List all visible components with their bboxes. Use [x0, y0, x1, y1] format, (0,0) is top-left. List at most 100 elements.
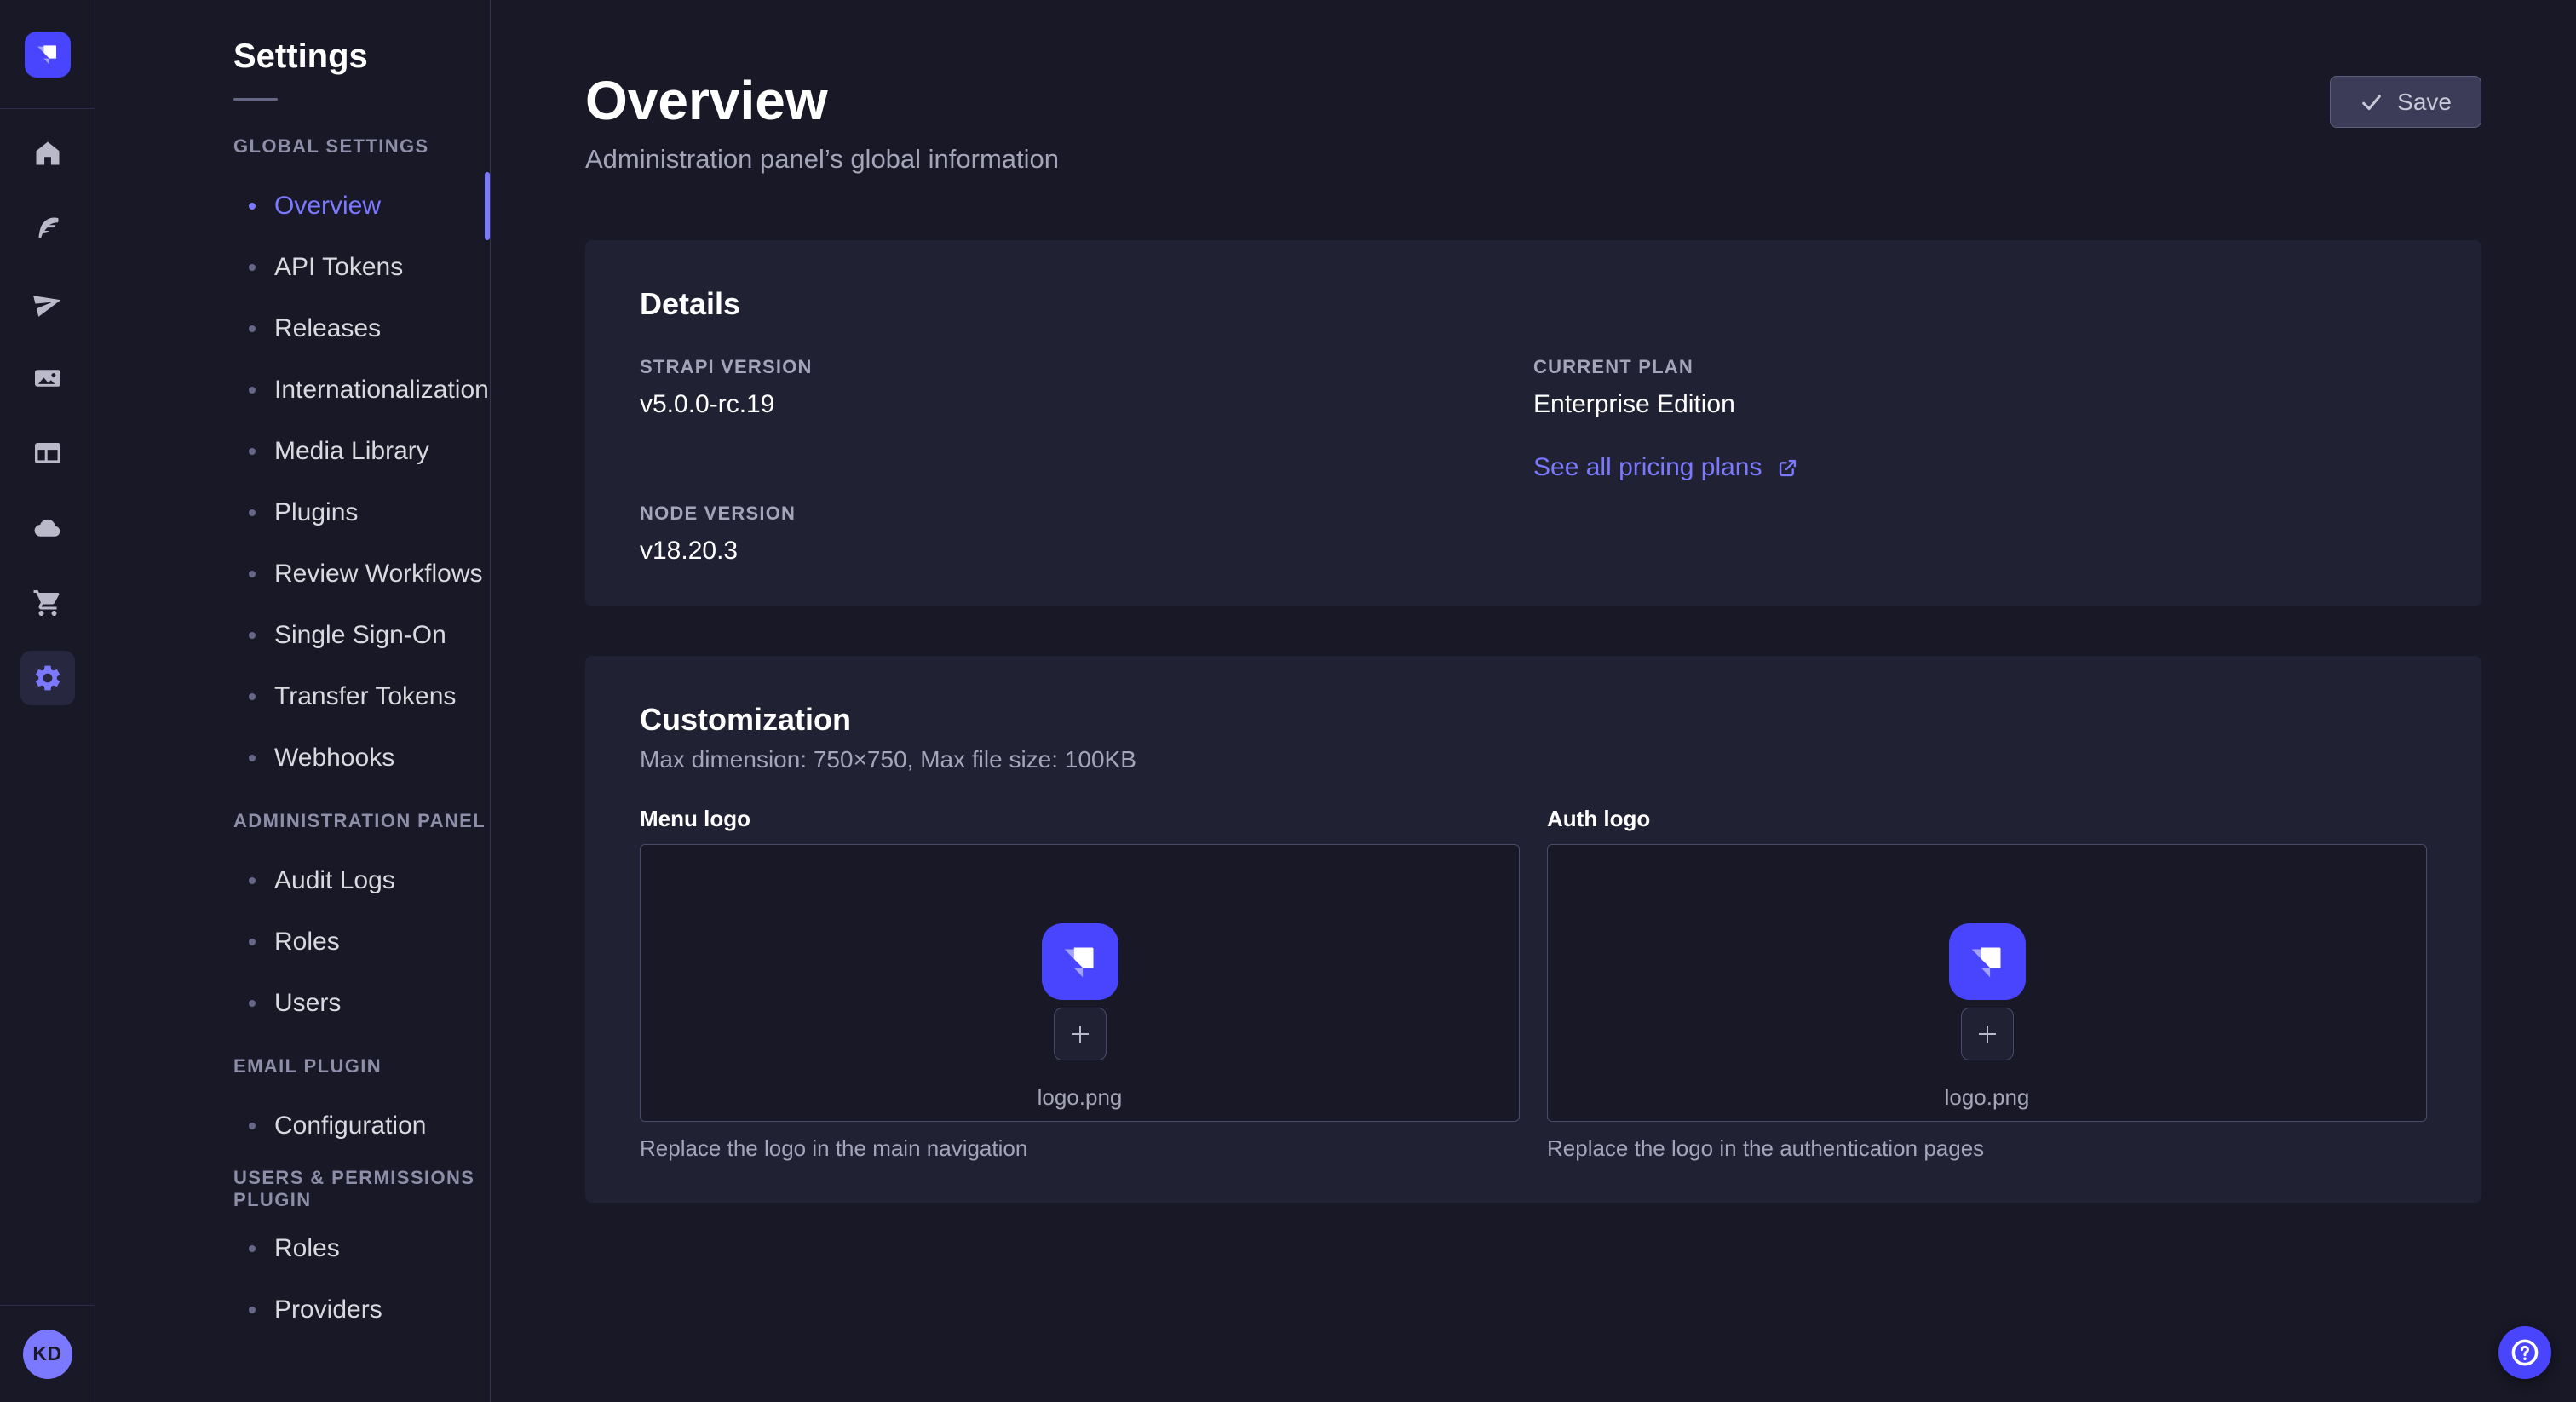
sidebar-item-up-roles[interactable]: Roles [95, 1218, 490, 1279]
sidebar-item-webhooks[interactable]: Webhooks [95, 727, 490, 789]
bullet-icon [249, 1123, 256, 1129]
sidebar-item-media-library[interactable]: Media Library [95, 421, 490, 482]
auth-logo-filename: logo.png [1945, 1084, 2030, 1111]
customization-card: Customization Max dimension: 750×750, Ma… [585, 656, 2481, 1203]
auth-logo-upload-box[interactable]: logo.png [1547, 844, 2427, 1122]
field-label: CURRENT PLAN [1533, 356, 2427, 378]
nav-releases[interactable] [0, 266, 95, 341]
save-button[interactable]: Save [2330, 76, 2481, 128]
help-button[interactable] [2498, 1326, 2551, 1379]
section-administration-panel: ADMINISTRATION PANEL Audit Logs Roles Us… [95, 801, 490, 1034]
auth-logo-field: Auth logo logo.png Replace the logo in t… [1547, 806, 2427, 1162]
nav-home[interactable] [0, 116, 95, 191]
sidebar-item-internationalization[interactable]: Internationalization [95, 359, 490, 421]
section-global-settings: GLOBAL SETTINGS Overview API Tokens Rele… [95, 126, 490, 789]
sidebar-item-review-workflows[interactable]: Review Workflows [95, 543, 490, 605]
sidebar-item-plugins[interactable]: Plugins [95, 482, 490, 543]
bullet-icon [249, 509, 256, 516]
section-header: EMAIL PLUGIN [95, 1046, 490, 1087]
auth-logo-hint: Replace the logo in the authentication p… [1547, 1135, 2427, 1162]
nav-settings-active-bg [20, 651, 75, 705]
plus-icon [1975, 1021, 2000, 1047]
sidebar-item-admin-roles[interactable]: Roles [95, 911, 490, 973]
nav-content-type-builder[interactable] [0, 416, 95, 491]
bullet-icon [249, 571, 256, 577]
auth-logo-label: Auth logo [1547, 806, 2427, 832]
bullet-icon [249, 264, 256, 271]
menu-logo-filename: logo.png [1038, 1084, 1123, 1111]
bullet-icon [249, 1000, 256, 1007]
bullet-icon [249, 1307, 256, 1313]
page-subtitle: Administration panel’s global informatio… [585, 144, 2481, 175]
settings-sidebar: Settings GLOBAL SETTINGS Overview API To… [95, 0, 491, 1402]
bullet-icon [249, 939, 256, 945]
sidebar-sections: GLOBAL SETTINGS Overview API Tokens Rele… [95, 126, 490, 1341]
sidebar-item-email-configuration[interactable]: Configuration [95, 1095, 490, 1157]
sidebar-item-releases[interactable]: Releases [95, 298, 490, 359]
home-icon [32, 138, 63, 169]
sidebar-item-single-sign-on[interactable]: Single Sign-On [95, 605, 490, 666]
section-email-plugin: EMAIL PLUGIN Configuration [95, 1046, 490, 1157]
strapi-version-field: STRAPI VERSION v5.0.0-rc.19 [640, 356, 1533, 419]
menu-logo-preview [1042, 923, 1118, 1000]
field-label: NODE VERSION [640, 503, 1533, 525]
auth-logo-preview [1949, 923, 2026, 1000]
menu-logo-field: Menu logo logo.png Replace the logo in t… [640, 806, 1520, 1162]
sidebar-title-divider [233, 98, 278, 101]
strapi-logo[interactable] [25, 32, 71, 78]
field-value: Enterprise Edition [1533, 390, 2427, 419]
layout-icon [32, 438, 63, 468]
feather-icon [32, 213, 63, 244]
auth-logo-add-button[interactable] [1961, 1008, 2014, 1060]
rail-user-area: KD [0, 1305, 95, 1402]
details-title: Details [640, 286, 2427, 322]
active-indicator [485, 172, 490, 240]
bullet-icon [249, 877, 256, 884]
field-value: v5.0.0-rc.19 [640, 390, 1533, 419]
sidebar-item-up-providers[interactable]: Providers [95, 1279, 490, 1341]
paper-plane-icon [32, 288, 63, 319]
bullet-icon [249, 448, 256, 455]
gear-icon [32, 663, 63, 693]
sidebar-title: Settings [95, 37, 490, 76]
node-version-field: NODE VERSION v18.20.3 [640, 503, 1533, 566]
section-header: GLOBAL SETTINGS [95, 126, 490, 167]
nav-marketplace[interactable] [0, 566, 95, 641]
bullet-icon [249, 693, 256, 700]
nav-deploy[interactable] [0, 491, 95, 566]
check-icon [2360, 90, 2383, 114]
plus-icon [1067, 1021, 1093, 1047]
customization-title: Customization [640, 702, 2427, 738]
menu-logo-upload-box[interactable]: logo.png [640, 844, 1520, 1122]
main-nav-rail: KD [0, 0, 95, 1402]
bullet-icon [249, 387, 256, 394]
nav-settings[interactable] [0, 641, 95, 715]
question-mark-icon [2509, 1336, 2541, 1369]
sidebar-item-audit-logs[interactable]: Audit Logs [95, 850, 490, 911]
bullet-icon [249, 203, 256, 210]
menu-logo-hint: Replace the logo in the main navigation [640, 1135, 1520, 1162]
images-icon [32, 363, 63, 394]
rail-nav [0, 109, 95, 715]
section-users-permissions-plugin: USERS & PERMISSIONS PLUGIN Roles Provide… [95, 1169, 490, 1341]
sidebar-item-transfer-tokens[interactable]: Transfer Tokens [95, 666, 490, 727]
sidebar-item-admin-users[interactable]: Users [95, 973, 490, 1034]
sidebar-item-overview[interactable]: Overview [95, 175, 490, 237]
field-value: v18.20.3 [640, 537, 1533, 566]
section-header: USERS & PERMISSIONS PLUGIN [95, 1169, 490, 1210]
avatar[interactable]: KD [23, 1330, 72, 1379]
bullet-icon [249, 755, 256, 761]
pricing-plans-link[interactable]: See all pricing plans [1533, 453, 1799, 482]
strapi-admin-app: KD Settings GLOBAL SETTINGS Overview API… [0, 0, 2576, 1402]
strapi-logo-icon [1054, 935, 1107, 988]
nav-content-manager[interactable] [0, 191, 95, 266]
menu-logo-add-button[interactable] [1054, 1008, 1107, 1060]
section-header: ADMINISTRATION PANEL [95, 801, 490, 842]
details-card: Details STRAPI VERSION v5.0.0-rc.19 NODE… [585, 240, 2481, 606]
strapi-logo-icon [31, 37, 65, 72]
nav-media-library[interactable] [0, 341, 95, 416]
strapi-logo-icon [1961, 935, 2014, 988]
cloud-icon [32, 513, 63, 543]
page-header: Overview Administration panel’s global i… [585, 0, 2481, 175]
sidebar-item-api-tokens[interactable]: API Tokens [95, 237, 490, 298]
